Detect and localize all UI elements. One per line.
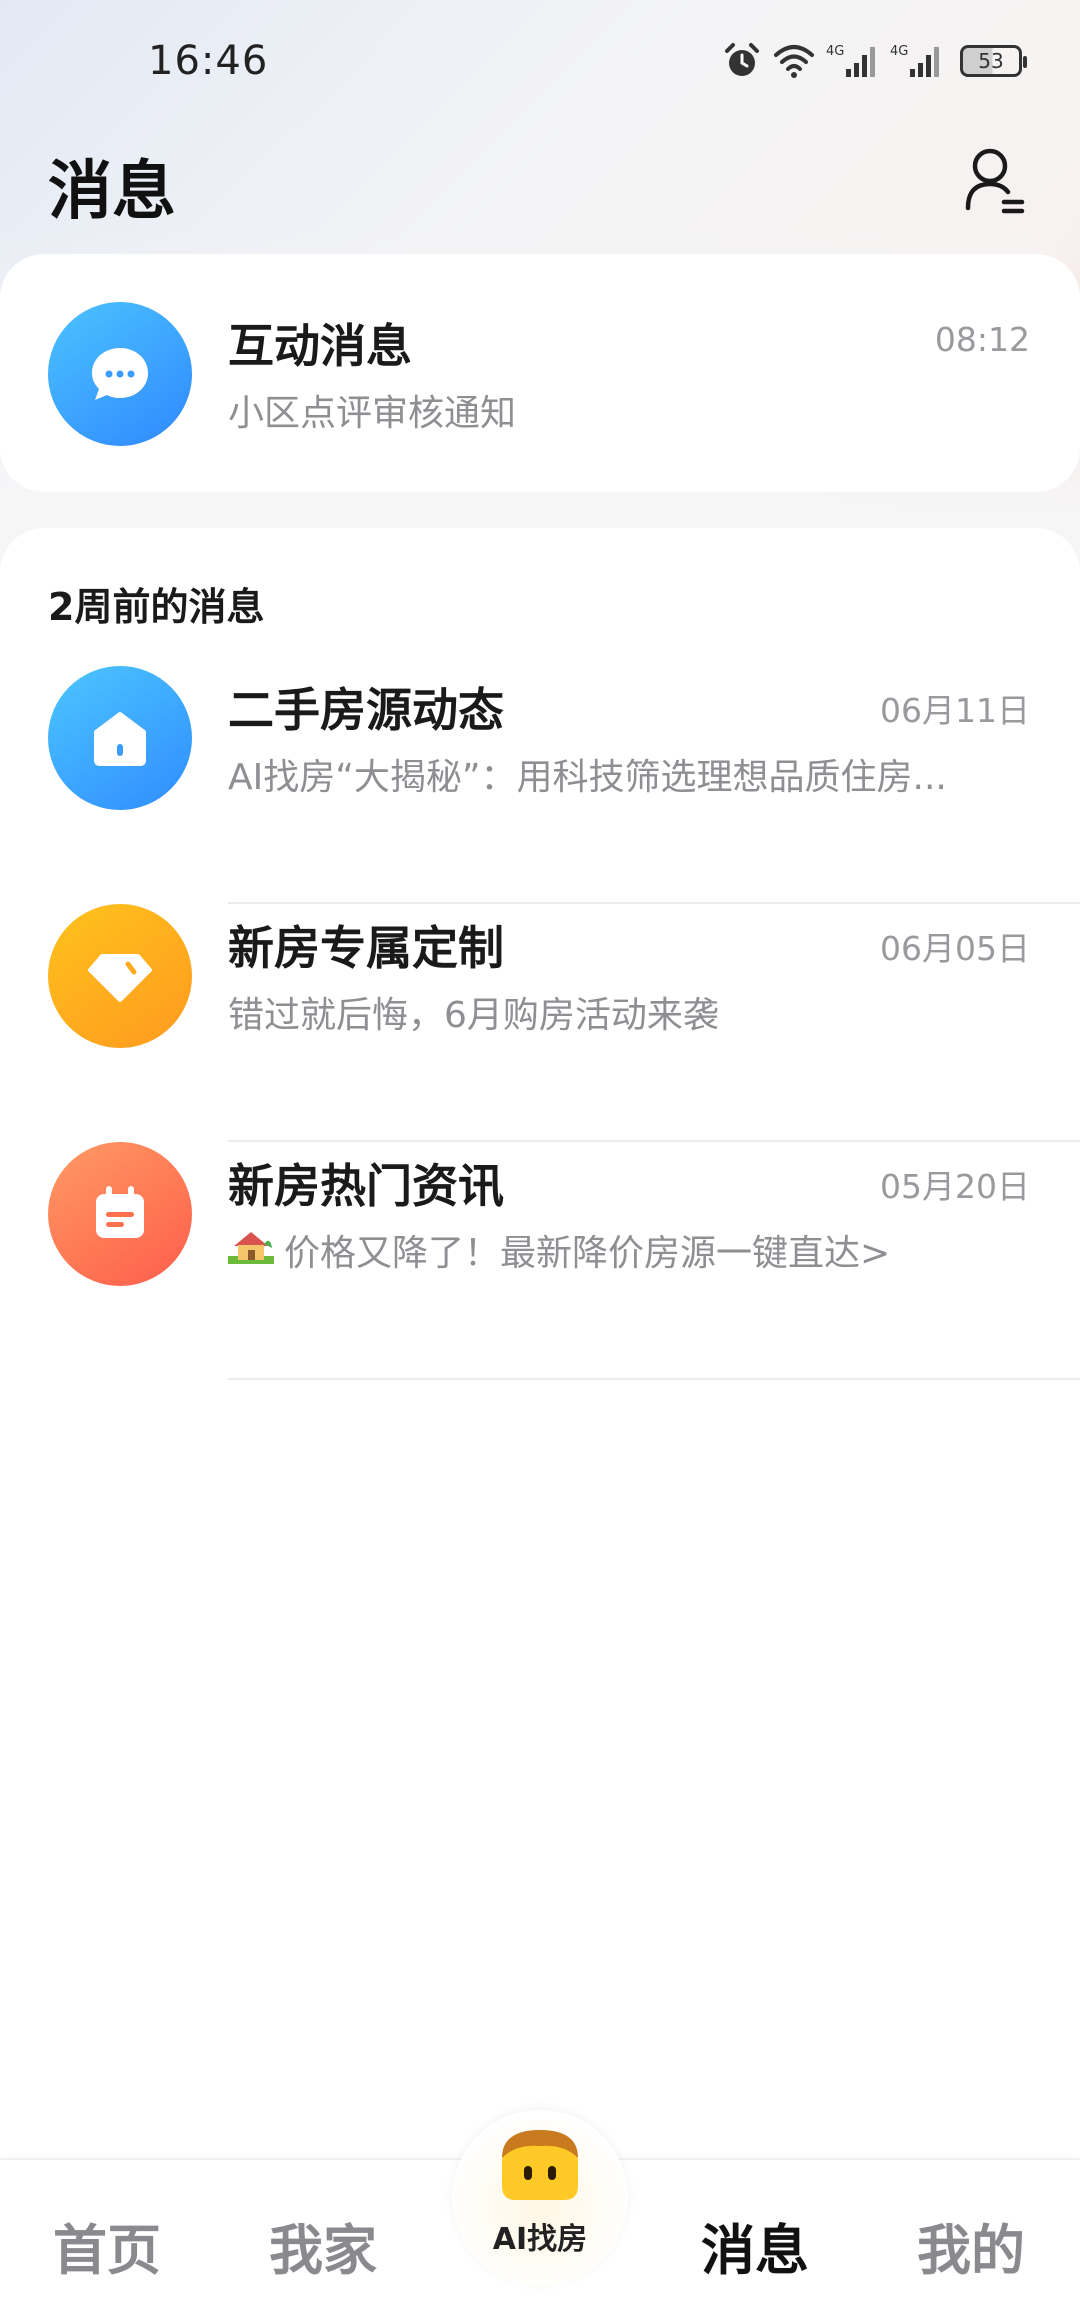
nav-ai-search[interactable]: AI找房: [452, 2110, 628, 2286]
network-label-1: 4G: [826, 44, 844, 59]
calendar-icon: [48, 1142, 192, 1286]
signal-icon: 4G: [826, 41, 880, 81]
message-time: 08:12: [934, 320, 1030, 359]
message-subtitle: 小区点评审核通知: [228, 393, 517, 434]
message-time: 06月11日: [880, 691, 1030, 730]
message-title: 新房热门资讯: [228, 1159, 504, 1213]
divider: [228, 1378, 1080, 1380]
alarm-icon: [722, 41, 762, 81]
interactive-message-card[interactable]: 互动消息 小区点评审核通知 08:12: [0, 254, 1080, 492]
message-title: 二手房源动态: [228, 683, 504, 737]
nav-ai-search-label: AI找房: [492, 2222, 588, 2257]
message-list-card: 2周前的消息 二手房源动态 AI找房“大揭秘”：用科技筛选理想品质住房... 0…: [0, 528, 1080, 2158]
nav-messages[interactable]: 消息: [680, 2206, 830, 2285]
list-item[interactable]: 新房专属定制 错过就后悔，6月购房活动来袭 06月05日: [0, 904, 1080, 1142]
network-label-2: 4G: [890, 44, 908, 59]
house-emoji-icon: [228, 1226, 274, 1275]
nav-home[interactable]: 首页: [32, 2206, 182, 2285]
nav-mine[interactable]: 我的: [896, 2206, 1046, 2285]
diamond-icon: [48, 904, 192, 1048]
message-time: 05月20日: [880, 1167, 1030, 1206]
page-title: 消息: [48, 155, 176, 229]
message-subtitle: 价格又降了！最新降价房源一键直达>: [284, 1233, 891, 1274]
message-time: 06月05日: [880, 929, 1030, 968]
status-bar: 16:46 4G 4G 53: [0, 0, 1080, 120]
interactive-message-row[interactable]: 互动消息 小区点评审核通知 08:12: [0, 254, 1080, 492]
message-title: 互动消息: [228, 319, 412, 373]
chat-bubble-icon: [48, 302, 192, 446]
status-time: 16:46: [148, 38, 269, 84]
section-label: 2周前的消息: [48, 585, 265, 629]
person-settings-icon[interactable]: [964, 146, 1028, 216]
message-subtitle-wrap: 价格又降了！最新降价房源一键直达>: [228, 1224, 890, 1276]
status-icons: 4G 4G 53: [722, 38, 1027, 84]
ai-mascot-icon: [494, 2124, 586, 2204]
house-icon: [48, 666, 192, 810]
list-item[interactable]: 二手房源动态 AI找房“大揭秘”：用科技筛选理想品质住房... 06月11日: [0, 666, 1080, 904]
wifi-icon: [772, 41, 816, 81]
message-subtitle: 错过就后悔，6月购房活动来袭: [228, 995, 719, 1036]
nav-my-home[interactable]: 我家: [248, 2206, 398, 2285]
message-subtitle: AI找房“大揭秘”：用科技筛选理想品质住房...: [228, 757, 947, 798]
battery-icon: 53: [960, 45, 1027, 77]
list-item[interactable]: 新房热门资讯 价格又降了！最新降价房源一键直达> 05月20日: [0, 1142, 1080, 1380]
signal-icon: 4G: [890, 41, 944, 81]
message-title: 新房专属定制: [228, 921, 504, 975]
